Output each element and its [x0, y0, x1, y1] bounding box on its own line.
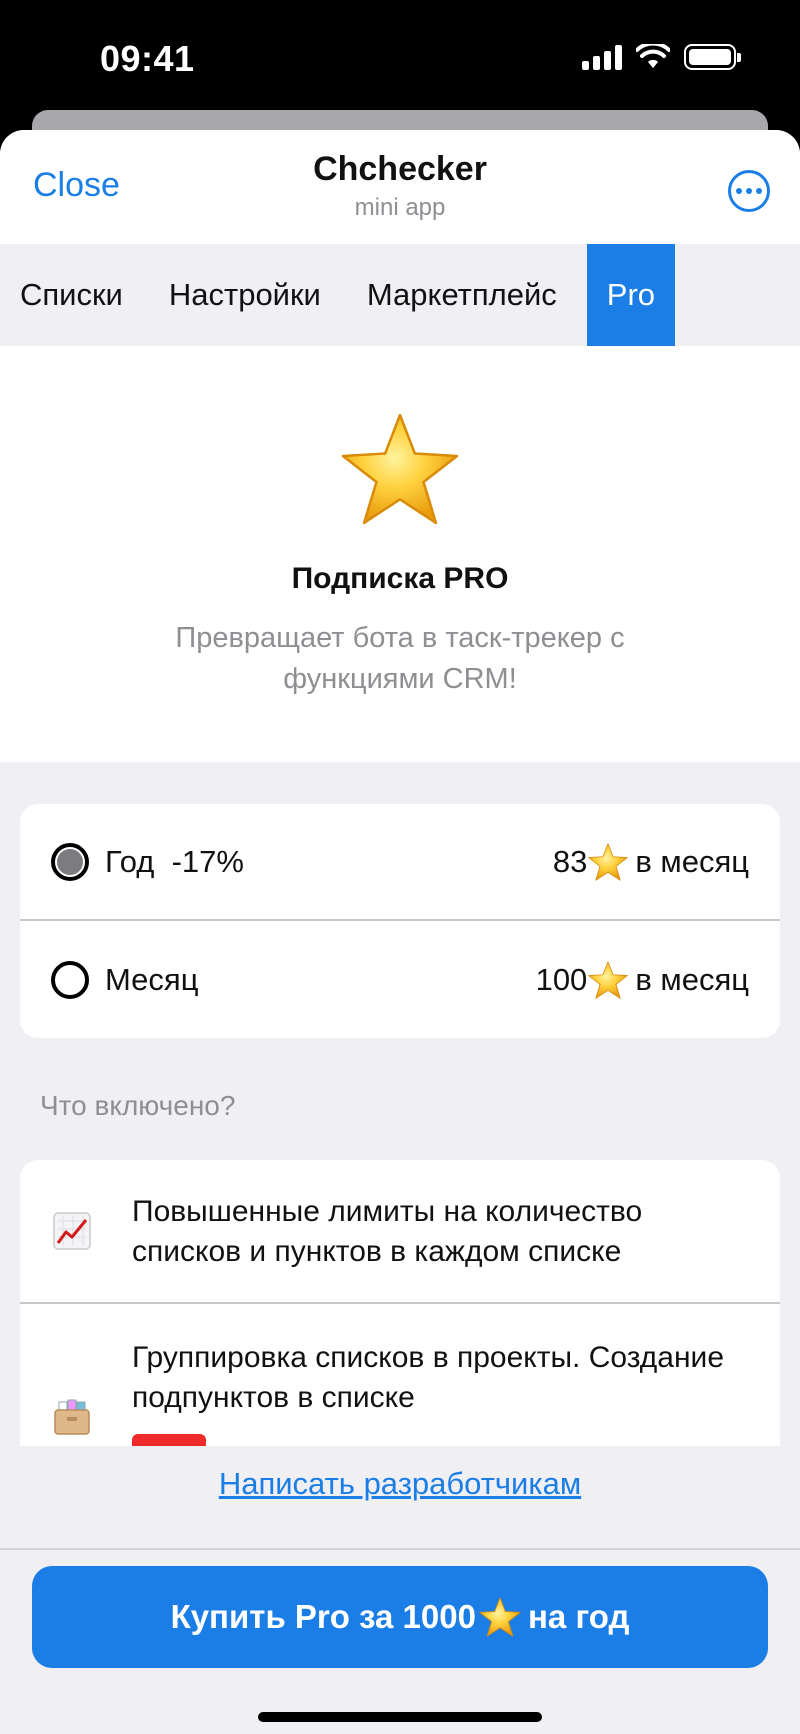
plan-price-suffix: в месяц [635, 961, 749, 997]
more-options-icon[interactable] [728, 170, 770, 212]
hero-title: Подписка PRO [291, 562, 509, 595]
status-time: 09:41 [100, 38, 195, 79]
mini-app-sheet: Close Chchecker mini app Списки Настройк… [0, 130, 800, 1734]
buy-button-suffix: на год [527, 1598, 630, 1635]
bottom-bar: Купить Pro за 1000 на год [0, 1548, 800, 1734]
plan-price-suffix: в месяц [635, 843, 749, 879]
cellular-signal-icon [582, 44, 622, 70]
hero-description: Превращает бота в таск-трекер с функциям… [175, 622, 625, 695]
home-indicator [258, 1712, 542, 1722]
plan-price-value: 100 [535, 961, 588, 997]
card-file-box-icon [54, 1399, 90, 1435]
star-icon [338, 410, 462, 528]
tab-settings[interactable]: Настройки [143, 244, 341, 346]
feature-text: Повышенные лимиты на количество списков … [132, 1195, 643, 1268]
status-bar: 09:41 [0, 0, 800, 110]
tab-marketplace[interactable]: Маркетплейс [341, 244, 587, 346]
radio-selected-icon[interactable] [51, 842, 89, 881]
plan-label: Год -17% [105, 843, 244, 879]
plan-price-value: 83 [552, 843, 588, 879]
status-badge: скоро [132, 1434, 206, 1446]
app-header: Close Chchecker mini app [0, 130, 800, 244]
features-list[interactable]: Повышенные лимиты на количество списков … [20, 1160, 780, 1446]
plan-label: Месяц [105, 961, 199, 997]
chart-increasing-icon [53, 1212, 91, 1250]
pro-hero: Подписка PRO Превращает бота в таск-трек… [0, 346, 800, 762]
buy-pro-button[interactable]: Купить Pro за 1000 на год [32, 1566, 768, 1668]
plan-price: 100 в месяц [536, 960, 749, 1000]
app-subtitle: mini app [354, 194, 446, 221]
star-icon [587, 960, 629, 1000]
tab-lists[interactable]: Списки [0, 244, 143, 346]
tab-pro[interactable]: Pro [586, 244, 676, 346]
list-item: Повышенные лимиты на количество списков … [20, 1160, 780, 1304]
plan-options: Год -17% 83 в месяц Месяц 100 в месяц [20, 804, 780, 1038]
plan-option-month[interactable]: Месяц 100 в месяц [20, 921, 780, 1038]
list-item: Группировка списков в проекты. Создание … [20, 1306, 780, 1446]
buy-button-prefix: Купить Pro за 1000 [170, 1598, 476, 1635]
contact-developers-link[interactable]: Написать разработчикам [0, 1466, 800, 1502]
battery-icon [684, 44, 741, 70]
star-icon [478, 1596, 522, 1638]
wifi-icon [636, 44, 670, 68]
radio-unselected-icon[interactable] [51, 960, 89, 999]
status-icons [582, 44, 741, 70]
tab-bar: Списки Настройки Маркетплейс Pro [0, 244, 800, 346]
features-section-label: Что включено? [40, 1090, 236, 1121]
plan-option-year[interactable]: Год -17% 83 в месяц [20, 804, 780, 921]
feature-text: Группировка списков в проекты. Создание … [132, 1341, 725, 1414]
app-title: Chchecker [313, 150, 487, 188]
star-icon [587, 842, 629, 882]
plan-price: 83 в месяц [553, 842, 749, 882]
